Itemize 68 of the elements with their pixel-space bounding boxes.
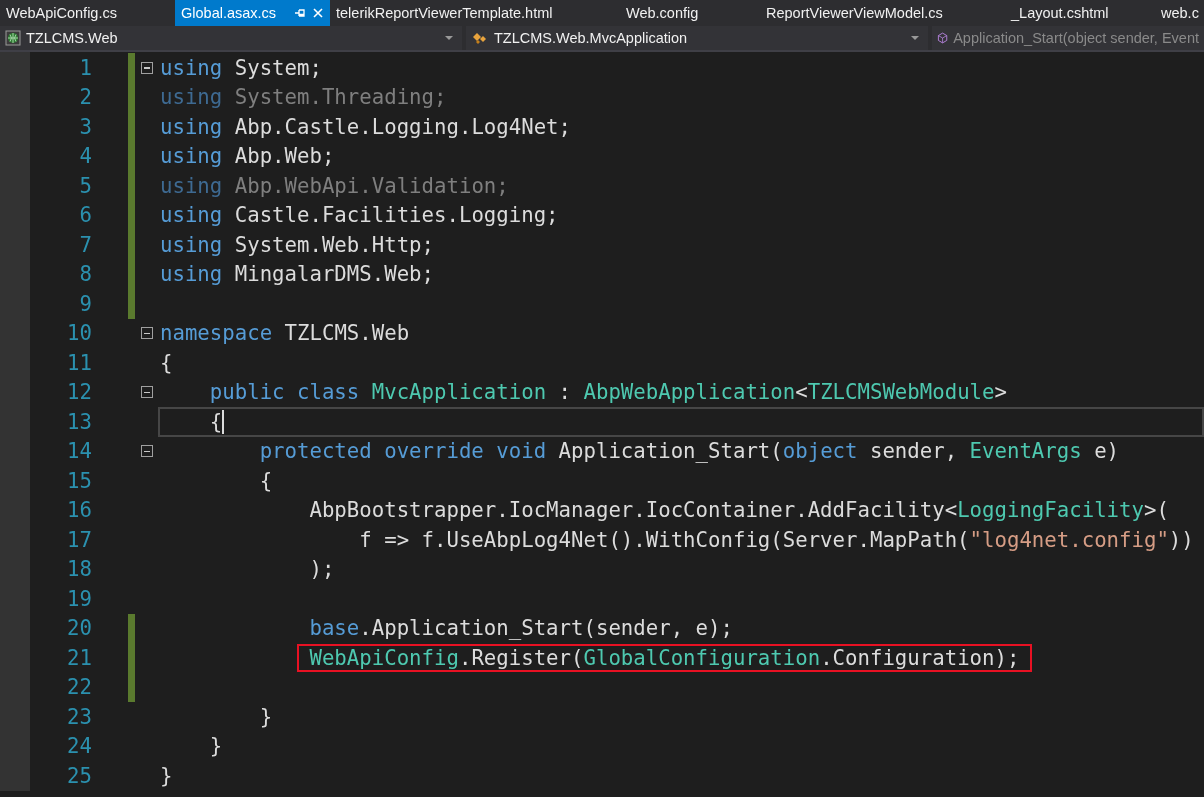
fold-toggle-icon[interactable] (140, 61, 153, 74)
file-tab[interactable]: _Layout.cshtml (1005, 0, 1155, 26)
code-line: { (258, 468, 273, 493)
code-line: } (160, 763, 173, 788)
line-number: 21 (66, 645, 92, 670)
line-number: 6 (78, 203, 92, 228)
code-line: using System; (160, 55, 322, 80)
code-line: base.Application_Start(sender, e); (308, 616, 733, 641)
code-line: using Abp.Web; (160, 144, 335, 169)
line-number: 18 (66, 557, 92, 582)
navigation-dropdown[interactable]: TZLCMS.Web (0, 26, 462, 50)
code-line: using Abp.WebApi.Validation; (160, 173, 509, 198)
line-number: 16 (66, 498, 92, 523)
file-tab[interactable]: WebApiConfig.cs (0, 0, 175, 26)
code-line: f => f.UseAbpLog4Net().WithConfig(Server.MapPath("log4net.config")) (358, 527, 1194, 552)
code-line: protected override void Application_Start(object sender, EventArgs e) (258, 439, 1120, 464)
file-tab[interactable]: Global.asax.cs (175, 0, 330, 26)
line-number: 15 (66, 468, 92, 493)
caret-icon (445, 36, 453, 40)
code-line: public class MvcApplication : AbpWebApplication<TZLCMSWebModule> (208, 380, 1007, 405)
file-tab[interactable]: telerikReportViewerTemplate.html (330, 0, 620, 26)
line-number: 8 (78, 262, 92, 287)
code-line: using MingalarDMS.Web; (160, 262, 434, 287)
code-line: using System.Threading; (160, 85, 447, 110)
code-line: } (208, 734, 223, 759)
class-icon (471, 30, 489, 46)
code-line: { (208, 409, 223, 434)
fold-toggle-icon[interactable] (140, 386, 153, 399)
line-number: 12 (66, 380, 92, 405)
line-number: 14 (66, 439, 92, 464)
line-number: 7 (78, 232, 92, 257)
code-line: } (258, 704, 273, 729)
file-tab[interactable]: ReportViewerViewModel.cs (760, 0, 1005, 26)
file-tab[interactable]: Web.config (620, 0, 760, 26)
line-number: 4 (78, 144, 92, 169)
line-number: 9 (78, 291, 92, 316)
code-line: ); (308, 557, 335, 582)
line-number: 25 (66, 763, 92, 788)
text-cursor (222, 409, 224, 434)
line-number: 1 (78, 55, 92, 80)
code-line: using System.Web.Http; (160, 232, 434, 257)
navigation-dropdown[interactable]: TZLCMS.Web.MvcApplication (466, 26, 928, 50)
pin-icon[interactable] (294, 7, 306, 19)
line-number: 2 (78, 85, 92, 110)
line-number: 23 (66, 704, 92, 729)
line-number: 20 (66, 616, 92, 641)
caret-icon (911, 36, 919, 40)
line-number: 19 (66, 586, 92, 611)
code-line: namespace TZLCMS.Web (160, 321, 410, 346)
code-line: using Castle.Facilities.Logging; (160, 203, 559, 228)
fold-toggle-icon[interactable] (140, 445, 153, 458)
line-number: 24 (66, 734, 92, 759)
line-number: 22 (66, 675, 92, 700)
globe-icon (5, 30, 21, 46)
line-number: 13 (66, 409, 92, 434)
code-line: WebApiConfig.Register(GlobalConfiguration.Configuration); (308, 645, 1020, 670)
code-line: AbpBootstrapper.IocManager.IocContainer.AddFacility<LoggingFacility>( (308, 498, 1169, 523)
code-line: using Abp.Castle.Logging.Log4Net; (160, 114, 572, 139)
line-number: 5 (78, 173, 92, 198)
line-number: 11 (66, 350, 92, 375)
code-line: { (160, 350, 173, 375)
line-number: 10 (66, 321, 92, 346)
close-icon[interactable] (312, 7, 324, 19)
line-number: 3 (78, 114, 92, 139)
cube-icon (937, 30, 949, 46)
line-number: 17 (66, 527, 92, 552)
file-tab[interactable]: web.c (1155, 0, 1204, 26)
fold-toggle-icon[interactable] (140, 327, 153, 340)
